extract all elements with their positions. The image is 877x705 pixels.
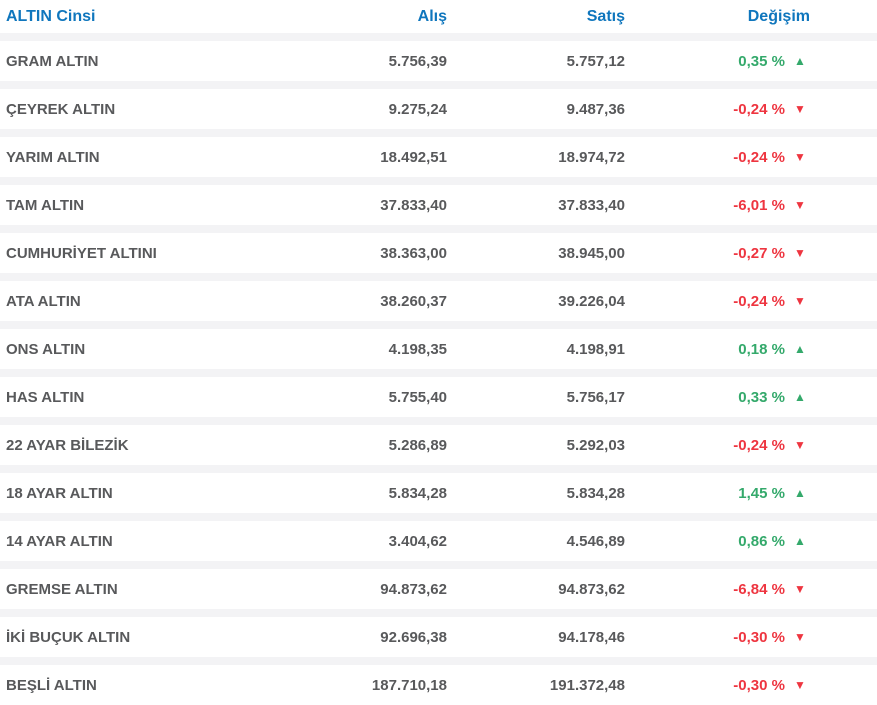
change-percent: 1,45 % xyxy=(738,484,785,502)
buy-price: 37.833,40 xyxy=(380,196,447,214)
sell-price: 9.487,36 xyxy=(566,100,625,118)
buy-price: 38.363,00 xyxy=(380,244,447,262)
gold-type-label: ÇEYREK ALTIN xyxy=(6,100,116,118)
buy-price: 187.710,18 xyxy=(371,676,447,694)
trend-arrow-icon: ▲ xyxy=(794,535,806,547)
trend-arrow-icon: ▼ xyxy=(794,583,806,595)
trend-arrow-icon: ▲ xyxy=(794,55,806,67)
table-row[interactable]: ÇEYREK ALTIN 9.275,24 9.487,36 -0,24 % ▼ xyxy=(0,89,877,129)
trend-arrow-icon: ▼ xyxy=(794,151,806,163)
change-percent: -0,24 % xyxy=(733,292,785,310)
sell-price: 5.834,28 xyxy=(566,484,625,502)
table-row[interactable]: İKİ BUÇUK ALTIN 92.696,38 94.178,46 -0,3… xyxy=(0,617,877,657)
table-row[interactable]: YARIM ALTIN 18.492,51 18.974,72 -0,24 % … xyxy=(0,137,877,177)
gold-type-label: YARIM ALTIN xyxy=(6,148,100,166)
buy-price: 5.756,39 xyxy=(388,52,447,70)
change-percent: 0,35 % xyxy=(738,52,785,70)
sell-price: 94.873,62 xyxy=(558,580,625,598)
trend-arrow-icon: ▼ xyxy=(794,295,806,307)
gold-type-label: 22 AYAR BİLEZİK xyxy=(6,436,129,454)
table-row[interactable]: 14 AYAR ALTIN 3.404,62 4.546,89 0,86 % ▲ xyxy=(0,521,877,561)
buy-price: 3.404,62 xyxy=(388,532,447,550)
table-row[interactable]: 18 AYAR ALTIN 5.834,28 5.834,28 1,45 % ▲ xyxy=(0,473,877,513)
buy-price: 9.275,24 xyxy=(388,100,447,118)
buy-price: 5.755,40 xyxy=(388,388,447,406)
buy-price: 38.260,37 xyxy=(380,292,447,310)
sell-price: 39.226,04 xyxy=(558,292,625,310)
table-row[interactable]: ONS ALTIN 4.198,35 4.198,91 0,18 % ▲ xyxy=(0,329,877,369)
trend-arrow-icon: ▲ xyxy=(794,487,806,499)
trend-arrow-icon: ▼ xyxy=(794,631,806,643)
table-body: GRAM ALTIN 5.756,39 5.757,12 0,35 % ▲ ÇE… xyxy=(0,41,877,705)
trend-arrow-icon: ▼ xyxy=(794,439,806,451)
gold-type-label: GREMSE ALTIN xyxy=(6,580,118,598)
column-header-change: Değişim xyxy=(747,7,810,25)
table-row[interactable]: BEŞLİ ALTIN 187.710,18 191.372,48 -0,30 … xyxy=(0,665,877,705)
change-percent: -0,30 % xyxy=(733,676,785,694)
sell-price: 94.178,46 xyxy=(558,628,625,646)
column-header-buy: Alış xyxy=(417,7,447,25)
table-row[interactable]: GRAM ALTIN 5.756,39 5.757,12 0,35 % ▲ xyxy=(0,41,877,81)
change-percent: 0,18 % xyxy=(738,340,785,358)
trend-arrow-icon: ▲ xyxy=(794,343,806,355)
table-row[interactable]: HAS ALTIN 5.755,40 5.756,17 0,33 % ▲ xyxy=(0,377,877,417)
change-percent: -0,27 % xyxy=(733,244,785,262)
sell-price: 37.833,40 xyxy=(558,196,625,214)
change-percent: -0,30 % xyxy=(733,628,785,646)
gold-type-label: TAM ALTIN xyxy=(6,196,85,214)
gold-prices-table: ALTIN Cinsi Alış Satış Değişim GRAM ALTI… xyxy=(0,0,877,705)
trend-arrow-icon: ▲ xyxy=(794,391,806,403)
change-percent: 0,33 % xyxy=(738,388,785,406)
table-row[interactable]: GREMSE ALTIN 94.873,62 94.873,62 -6,84 %… xyxy=(0,569,877,609)
gold-type-label: 14 AYAR ALTIN xyxy=(6,532,113,550)
buy-price: 4.198,35 xyxy=(388,340,447,358)
column-header-sell: Satış xyxy=(586,7,625,25)
table-header-row: ALTIN Cinsi Alış Satış Değişim xyxy=(0,0,877,33)
gold-type-label: 18 AYAR ALTIN xyxy=(6,484,113,502)
gold-type-label: İKİ BUÇUK ALTIN xyxy=(6,628,131,646)
buy-price: 92.696,38 xyxy=(380,628,447,646)
sell-price: 191.372,48 xyxy=(549,676,625,694)
buy-price: 5.286,89 xyxy=(388,436,447,454)
sell-price: 5.757,12 xyxy=(566,52,625,70)
gold-type-label: CUMHURİYET ALTINI xyxy=(6,244,157,262)
trend-arrow-icon: ▼ xyxy=(794,103,806,115)
table-row[interactable]: TAM ALTIN 37.833,40 37.833,40 -6,01 % ▼ xyxy=(0,185,877,225)
table-row[interactable]: CUMHURİYET ALTINI 38.363,00 38.945,00 -0… xyxy=(0,233,877,273)
change-percent: 0,86 % xyxy=(738,532,785,550)
gold-type-label: ATA ALTIN xyxy=(6,292,81,310)
gold-type-label: BEŞLİ ALTIN xyxy=(6,676,97,694)
gold-type-label: ONS ALTIN xyxy=(6,340,86,358)
trend-arrow-icon: ▼ xyxy=(794,679,806,691)
table-row[interactable]: 22 AYAR BİLEZİK 5.286,89 5.292,03 -0,24 … xyxy=(0,425,877,465)
sell-price: 4.546,89 xyxy=(566,532,625,550)
gold-type-label: HAS ALTIN xyxy=(6,388,85,406)
sell-price: 18.974,72 xyxy=(558,148,625,166)
trend-arrow-icon: ▼ xyxy=(794,199,806,211)
change-percent: -6,01 % xyxy=(733,196,785,214)
sell-price: 4.198,91 xyxy=(566,340,625,358)
column-header-gold-type: ALTIN Cinsi xyxy=(6,7,96,25)
buy-price: 5.834,28 xyxy=(388,484,447,502)
sell-price: 5.756,17 xyxy=(566,388,625,406)
buy-price: 18.492,51 xyxy=(380,148,447,166)
table-row[interactable]: ATA ALTIN 38.260,37 39.226,04 -0,24 % ▼ xyxy=(0,281,877,321)
trend-arrow-icon: ▼ xyxy=(794,247,806,259)
buy-price: 94.873,62 xyxy=(380,580,447,598)
change-percent: -6,84 % xyxy=(733,580,785,598)
change-percent: -0,24 % xyxy=(733,436,785,454)
gold-type-label: GRAM ALTIN xyxy=(6,52,99,70)
sell-price: 5.292,03 xyxy=(566,436,625,454)
change-percent: -0,24 % xyxy=(733,100,785,118)
change-percent: -0,24 % xyxy=(733,148,785,166)
sell-price: 38.945,00 xyxy=(558,244,625,262)
